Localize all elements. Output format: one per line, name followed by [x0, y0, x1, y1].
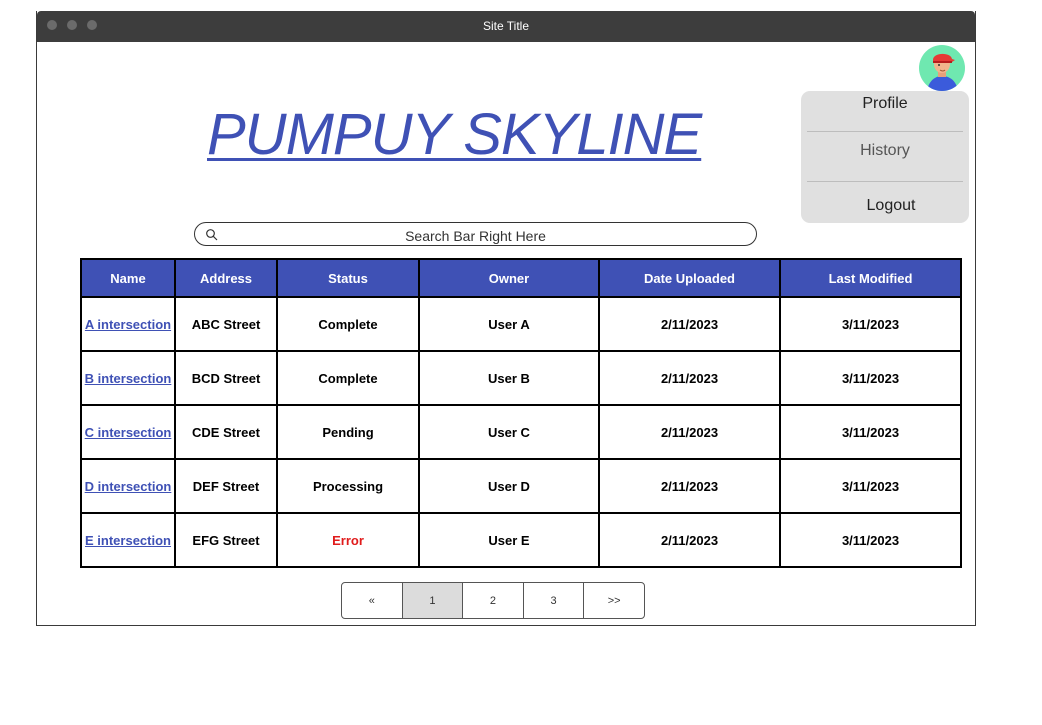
menu-item-history[interactable]: History [801, 142, 969, 160]
window-titlebar: Site Title [37, 11, 975, 42]
column-header-name[interactable]: Name [80, 258, 176, 298]
column-header-owner[interactable]: Owner [418, 258, 600, 298]
pagination: « 1 2 3 >> [341, 582, 645, 619]
intersection-link[interactable]: D intersection [85, 479, 172, 494]
cell-owner: User C [418, 404, 600, 460]
cell-name: B intersection [80, 350, 176, 406]
pagination-prev-button[interactable]: « [342, 583, 403, 618]
column-header-address[interactable]: Address [174, 258, 278, 298]
cell-address: CDE Street [174, 404, 278, 460]
cell-date-uploaded: 2/11/2023 [598, 296, 781, 352]
browser-window: Site Title Profile History Logout PUMPUY… [36, 11, 976, 626]
cell-status: Complete [276, 350, 420, 406]
cell-name: E intersection [80, 512, 176, 568]
column-header-date-uploaded[interactable]: Date Uploaded [598, 258, 781, 298]
cell-address: EFG Street [174, 512, 278, 568]
avatar-person-icon [927, 53, 958, 91]
user-dropdown-menu: Profile History Logout [801, 91, 969, 223]
column-header-status[interactable]: Status [276, 258, 420, 298]
column-header-last-modified[interactable]: Last Modified [779, 258, 962, 298]
pagination-next-button[interactable]: >> [584, 583, 644, 618]
intersection-link[interactable]: A intersection [85, 317, 171, 332]
cell-address: BCD Street [174, 350, 278, 406]
cell-name: D intersection [80, 458, 176, 514]
intersection-link[interactable]: C intersection [85, 425, 172, 440]
pagination-page-3[interactable]: 3 [524, 583, 585, 618]
user-avatar[interactable] [919, 45, 965, 91]
table-row: D intersection DEF Street Processing Use… [80, 458, 962, 514]
table-row: C intersection CDE Street Pending User C… [80, 404, 962, 460]
cell-address: ABC Street [174, 296, 278, 352]
search-bar[interactable]: Search Bar Right Here [194, 222, 757, 246]
cell-date-uploaded: 2/11/2023 [598, 404, 781, 460]
cell-owner: User B [418, 350, 600, 406]
cell-last-modified: 3/11/2023 [779, 296, 962, 352]
cell-owner: User D [418, 458, 600, 514]
cell-last-modified: 3/11/2023 [779, 512, 962, 568]
table-header-row: Name Address Status Owner Date Uploaded … [80, 258, 962, 298]
intersection-link[interactable]: E intersection [85, 533, 171, 548]
cell-owner: User A [418, 296, 600, 352]
cell-date-uploaded: 2/11/2023 [598, 512, 781, 568]
cell-name: C intersection [80, 404, 176, 460]
pagination-page-1[interactable]: 1 [402, 583, 464, 618]
table-row: A intersection ABC Street Complete User … [80, 296, 962, 352]
cell-status: Processing [276, 458, 420, 514]
cell-last-modified: 3/11/2023 [779, 458, 962, 514]
cell-date-uploaded: 2/11/2023 [598, 458, 781, 514]
menu-divider [807, 181, 963, 182]
table-row: B intersection BCD Street Complete User … [80, 350, 962, 406]
menu-item-profile[interactable]: Profile [801, 95, 969, 113]
menu-item-logout[interactable]: Logout [807, 197, 975, 215]
pagination-page-2[interactable]: 2 [463, 583, 524, 618]
cell-owner: User E [418, 512, 600, 568]
cell-last-modified: 3/11/2023 [779, 350, 962, 406]
cell-status: Pending [276, 404, 420, 460]
site-name-link[interactable]: PUMPUY SKYLINE [207, 101, 702, 168]
cell-address: DEF Street [174, 458, 278, 514]
cell-name: A intersection [80, 296, 176, 352]
search-placeholder: Search Bar Right Here [405, 228, 546, 244]
intersection-link[interactable]: B intersection [85, 371, 172, 386]
cell-status-error: Error [276, 512, 420, 568]
menu-divider [807, 131, 963, 132]
table-row: E intersection EFG Street Error User E 2… [80, 512, 962, 568]
cell-date-uploaded: 2/11/2023 [598, 350, 781, 406]
cell-last-modified: 3/11/2023 [779, 404, 962, 460]
window-title: Site Title [482, 19, 530, 33]
cell-status: Complete [276, 296, 420, 352]
intersections-table: Name Address Status Owner Date Uploaded … [80, 258, 962, 568]
